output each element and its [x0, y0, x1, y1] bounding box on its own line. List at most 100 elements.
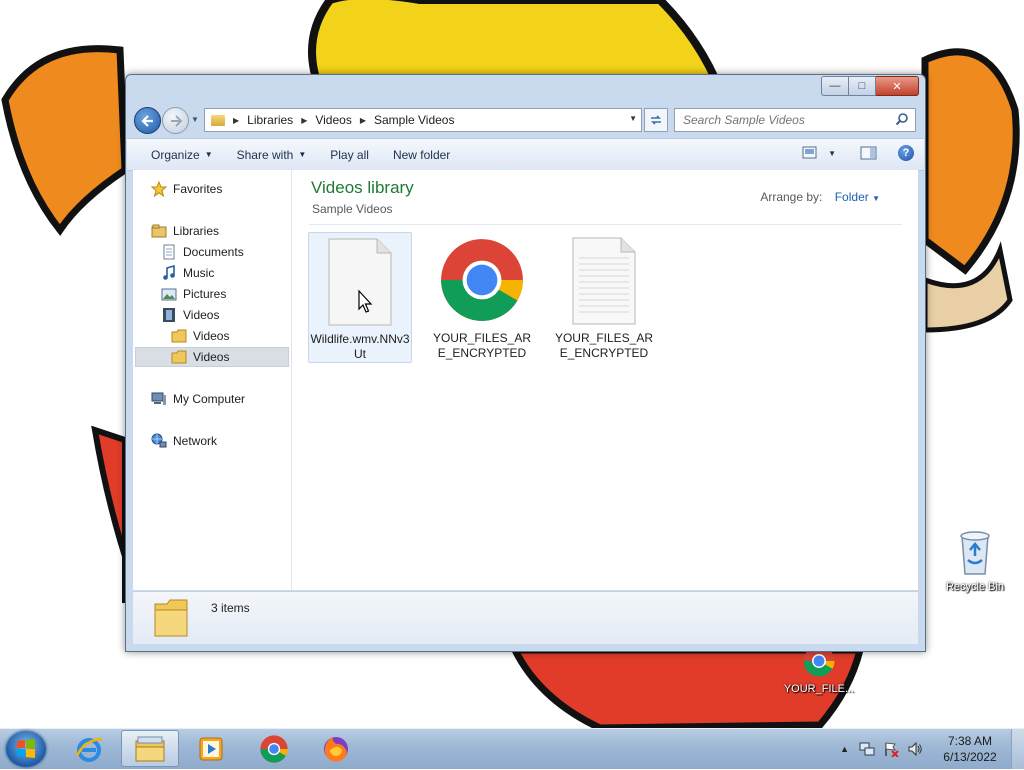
history-dropdown-icon[interactable]: ▼	[191, 115, 199, 124]
folder-icon	[135, 736, 165, 761]
file-list-pane[interactable]: Videos library Sample Videos Arrange by:…	[293, 170, 918, 590]
network-status-icon[interactable]	[859, 741, 875, 757]
nav-item-favorites[interactable]: Favorites	[151, 179, 222, 199]
desktop-icon-recycle-bin[interactable]: Recycle Bin	[933, 528, 1017, 593]
show-hidden-icons-icon[interactable]: ▲	[840, 744, 849, 754]
library-title: Videos library	[311, 178, 414, 197]
library-subtitle: Sample Videos	[312, 202, 393, 216]
nav-item-music[interactable]: Music	[161, 263, 214, 283]
arrange-by-label: Arrange by:	[760, 190, 823, 204]
arrow-right-icon	[170, 114, 182, 127]
minimize-button[interactable]: —	[821, 76, 849, 96]
organize-menu[interactable]: Organize ▼	[151, 148, 213, 162]
close-button[interactable]: ✕	[876, 76, 919, 96]
chevron-right-icon[interactable]: ▶	[360, 116, 366, 125]
nav-label: Videos	[193, 350, 230, 364]
taskbar: ▲ 7:38 AM 6/13/2022	[0, 728, 1024, 769]
desktop-icon-label: Recycle Bin	[945, 581, 1005, 593]
nav-item-videos[interactable]: Videos	[161, 305, 219, 325]
computer-icon	[151, 391, 167, 407]
view-dropdown-icon[interactable]: ▼	[828, 149, 836, 158]
clock[interactable]: 7:38 AM 6/13/2022	[929, 733, 1011, 765]
breadcrumb-libraries[interactable]: Libraries	[247, 113, 293, 127]
firefox-icon	[324, 736, 348, 762]
network-icon	[151, 433, 167, 449]
command-bar: Organize ▼ Share with ▼ Play all New fol…	[127, 138, 924, 171]
address-dropdown-icon[interactable]: ▼	[629, 114, 637, 123]
taskbar-internet-explorer[interactable]	[60, 730, 118, 767]
nav-item-my-computer[interactable]: My Computer	[151, 389, 245, 409]
file-item-encrypted-html[interactable]: YOUR_FILES_ARE_ENCRYPTED	[430, 232, 534, 361]
file-name: YOUR_FILES_ARE_ENCRYPTED	[554, 331, 654, 360]
system-tray: ▲ 7:38 AM 6/13/2022	[840, 729, 1024, 769]
breadcrumb: ▶ Libraries ▶ Videos ▶ Sample Videos	[233, 113, 454, 127]
help-button[interactable]: ?	[898, 145, 914, 161]
nav-item-pictures[interactable]: Pictures	[161, 284, 226, 304]
change-view-icon[interactable]	[802, 146, 818, 160]
nav-item-documents[interactable]: Documents	[161, 242, 244, 262]
star-icon	[151, 181, 167, 197]
arrange-by-value[interactable]: Folder	[835, 190, 869, 204]
chevron-right-icon[interactable]: ▶	[233, 116, 239, 125]
volume-icon[interactable]	[907, 741, 923, 757]
windows-logo-icon	[17, 739, 35, 758]
folder-icon	[211, 114, 225, 126]
navigation-pane[interactable]: Favorites Libraries Documents Music Pict…	[133, 170, 292, 590]
search-input[interactable]	[681, 112, 890, 128]
folder-icon	[171, 328, 187, 344]
arrange-by-folder-link[interactable]: Folder ▼	[835, 190, 880, 204]
taskbar-media-player[interactable]	[182, 730, 240, 767]
chevron-right-icon[interactable]: ▶	[301, 116, 307, 125]
chrome-icon	[441, 239, 523, 321]
taskbar-firefox[interactable]	[307, 730, 365, 767]
pictures-icon	[161, 286, 177, 302]
caret-down-icon: ▼	[204, 150, 213, 159]
nav-item-network[interactable]: Network	[151, 431, 217, 451]
back-button[interactable]	[134, 107, 161, 134]
caret-down-icon: ▼	[298, 150, 307, 159]
share-with-menu[interactable]: Share with ▼	[237, 148, 307, 162]
documents-icon	[161, 244, 177, 260]
refresh-button[interactable]	[644, 108, 668, 132]
share-with-label: Share with	[236, 147, 294, 162]
play-all-button[interactable]: Play all	[330, 148, 369, 162]
taskbar-windows-explorer[interactable]	[121, 730, 179, 767]
preview-pane-icon[interactable]	[860, 146, 878, 160]
search-box[interactable]	[674, 108, 916, 132]
action-center-flag-icon[interactable]	[883, 741, 899, 757]
new-folder-label: New folder	[392, 147, 451, 162]
title-bar[interactable]: — □ ✕	[126, 75, 925, 103]
address-bar[interactable]: ▶ Libraries ▶ Videos ▶ Sample Videos ▼	[204, 108, 642, 132]
search-icon[interactable]	[895, 112, 909, 126]
chrome-icon	[260, 734, 288, 763]
nav-label: Libraries	[173, 224, 220, 238]
forward-button[interactable]	[162, 107, 189, 134]
nav-item-videos-folder-2[interactable]: Videos	[171, 347, 229, 367]
nav-item-videos-folder-1[interactable]: Videos	[171, 326, 229, 346]
taskbar-chrome[interactable]	[245, 730, 303, 767]
nav-label: My Computer	[173, 392, 246, 406]
start-button[interactable]	[6, 731, 46, 767]
breadcrumb-sample-videos[interactable]: Sample Videos	[374, 113, 455, 127]
nav-label: Videos	[183, 308, 220, 322]
file-item-encrypted-txt[interactable]: YOUR_FILES_ARE_ENCRYPTED	[552, 232, 656, 361]
film-icon	[161, 307, 177, 323]
breadcrumb-videos[interactable]: Videos	[315, 113, 351, 127]
details-pane: 3 items	[133, 591, 918, 644]
file-name: Wildlife.wmv.NNv3Ut	[310, 332, 410, 361]
organize-label: Organize	[151, 147, 200, 162]
nav-label: Network	[173, 434, 218, 448]
folder-icon	[171, 349, 187, 365]
nav-item-libraries[interactable]: Libraries	[151, 221, 219, 241]
nav-label: Videos	[193, 329, 230, 343]
window-body: Favorites Libraries Documents Music Pict…	[133, 170, 918, 590]
show-desktop-button[interactable]	[1011, 729, 1024, 769]
new-folder-button[interactable]: New folder	[393, 148, 450, 162]
maximize-button[interactable]: □	[849, 76, 876, 96]
internet-explorer-icon	[75, 737, 103, 762]
file-item-wildlife[interactable]: Wildlife.wmv.NNv3Ut	[308, 232, 412, 363]
refresh-icon	[651, 115, 661, 125]
clock-date: 6/13/2022	[943, 750, 997, 764]
blank-file-icon	[328, 238, 392, 326]
divider	[309, 224, 902, 225]
